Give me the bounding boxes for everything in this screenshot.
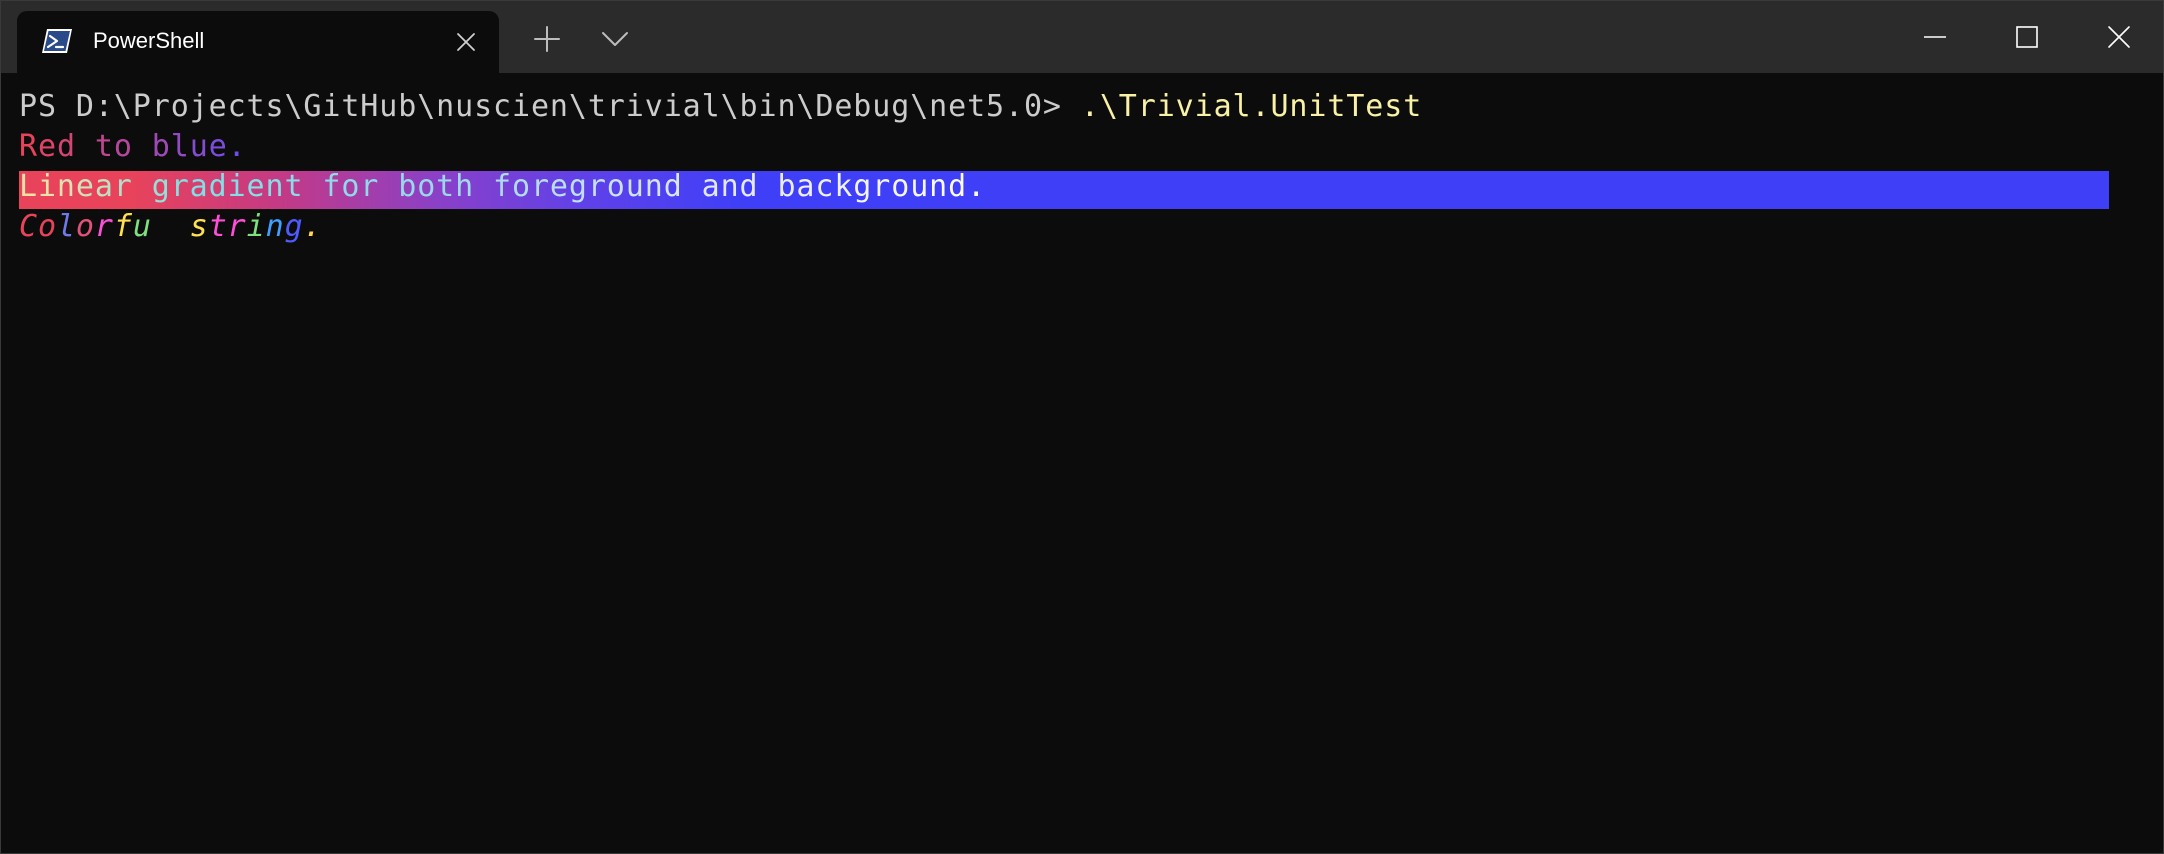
colorful-char: t [208,209,228,244]
red-to-blue-char: e [208,129,228,164]
prompt-line: PS D:\Projects\GitHub\nuscien\trivial\bi… [19,87,1422,127]
red-to-blue-char: e [37,129,57,164]
colorful-char: o [37,209,57,244]
red-to-blue-char: b [151,129,171,164]
colorful-char: C [19,209,38,244]
red-to-blue-char: t [94,129,114,164]
colorful-char: l [151,209,171,244]
colorful-char: r [94,209,114,244]
colorful-char: r [227,209,247,244]
colorful-char [171,209,190,244]
colorful-char: n [265,209,285,244]
prompt: PS D:\Projects\GitHub\nuscien\trivial\bi… [19,89,1081,124]
colorful-char: l [56,209,76,244]
colorful-char: o [75,209,95,244]
colorful-char: i [246,209,266,244]
tab-powershell[interactable]: PowerShell [17,11,499,73]
close-window-button[interactable] [2073,1,2163,73]
red-to-blue-char [76,129,95,164]
colorful-char: f [113,209,133,244]
colorful-string-line: Colorful string. [19,207,323,247]
plus-icon[interactable] [531,23,563,55]
red-to-blue-char: o [113,129,133,164]
red-to-blue-char: R [19,129,38,164]
colorful-char: u [132,209,152,244]
red-to-blue-char: l [170,129,190,164]
red-to-blue-char: . [227,129,247,164]
command: .\Trivial.UnitTest [1080,89,1423,124]
red-to-blue-char: d [56,129,76,164]
colorful-char: . [303,209,323,244]
maximize-icon [2016,26,2038,48]
colorful-char: g [284,209,304,244]
red-to-blue-char [133,129,152,164]
minimize-button[interactable] [1889,1,1981,73]
tab-title: PowerShell [93,28,205,53]
close-tab-icon[interactable] [453,29,479,55]
maximize-button[interactable] [1981,1,2073,73]
colorful-char: s [189,209,209,244]
close-icon [2108,26,2130,48]
terminal-output[interactable]: PS D:\Projects\GitHub\nuscien\trivial\bi… [1,73,2163,853]
linear-gradient-line: Linear gradient for both foreground and … [19,167,986,207]
terminal-window: PowerShell PS D:\Projects\GitHub\nuscien… [0,0,2164,854]
chevron-down-icon[interactable] [599,27,631,51]
minimize-icon [1924,36,1946,38]
red-to-blue-char: u [189,129,209,164]
red-to-blue-line: Red to blue. [19,127,247,167]
powershell-icon [42,29,72,53]
title-bar[interactable]: PowerShell [1,1,2163,73]
